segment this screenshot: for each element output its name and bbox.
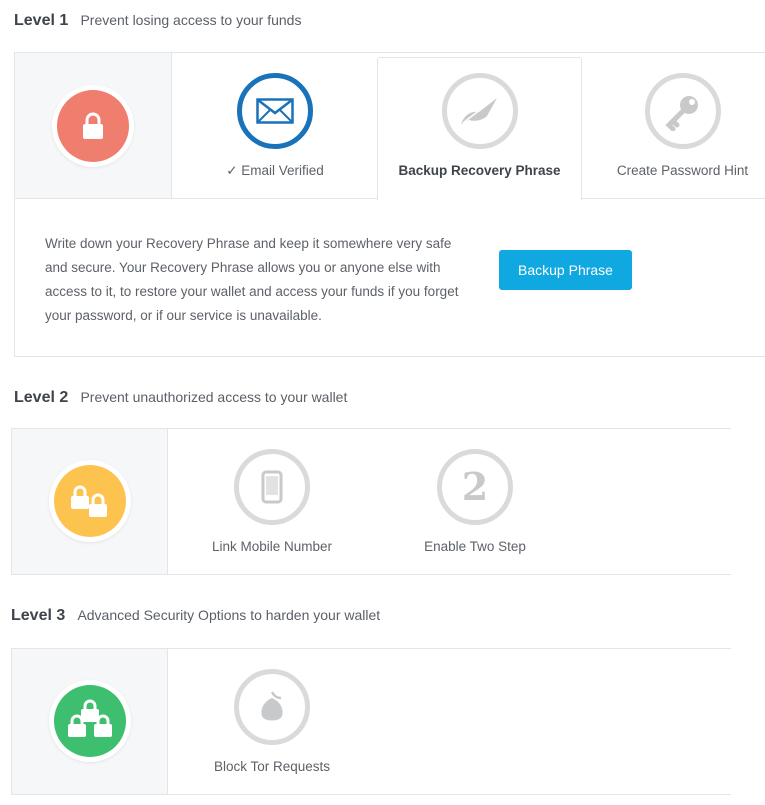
level2-badge-panel	[12, 429, 168, 574]
key-icon	[644, 73, 721, 149]
step-email-label: ✓ Email Verified	[226, 163, 324, 178]
level1-heading: Level 1 Prevent losing access to your fu…	[14, 12, 301, 30]
level3-card: Block Tor Requests	[11, 648, 731, 795]
level3-badge-panel	[12, 649, 168, 794]
quill-icon	[441, 73, 518, 149]
step-block-tor-label: Block Tor Requests	[213, 759, 331, 774]
level1-badge	[52, 85, 134, 167]
tab-divider-left	[171, 198, 378, 199]
lock-icon	[57, 90, 129, 162]
envelope-icon	[237, 73, 313, 149]
tab-divider-right	[581, 198, 765, 199]
level2-label: Level 2	[14, 389, 69, 406]
step-link-mobile-label: Link Mobile Number	[211, 539, 333, 554]
level3-badge	[49, 680, 131, 762]
double-lock-icon	[54, 465, 126, 537]
step-backup-recovery-phrase[interactable]: Backup Recovery Phrase	[387, 73, 572, 178]
two-step-icon: 2	[437, 449, 513, 525]
step-create-password-hint[interactable]: Create Password Hint	[605, 73, 760, 178]
level1-description: Prevent losing access to your funds	[80, 12, 302, 28]
tor-onion-icon	[234, 669, 310, 745]
level1-card: ✓ Email Verified Backup Recovery Phrase …	[14, 52, 765, 357]
level1-label: Level 1	[14, 12, 69, 29]
step-backup-label: Backup Recovery Phrase	[398, 163, 561, 178]
step-password-hint-label: Create Password Hint	[616, 163, 749, 178]
step-two-step-label: Enable Two Step	[424, 539, 526, 554]
level3-heading: Level 3 Advanced Security Options to har…	[11, 607, 380, 625]
step-enable-two-step[interactable]: 2 Enable Two Step	[410, 449, 540, 554]
level3-label: Level 3	[11, 607, 66, 624]
triple-lock-icon	[54, 685, 126, 757]
level2-description: Prevent unauthorized access to your wall…	[80, 389, 348, 405]
step-block-tor-requests[interactable]: Block Tor Requests	[197, 669, 347, 774]
recovery-phrase-description: Write down your Recovery Phrase and keep…	[45, 236, 459, 323]
svg-text:2: 2	[462, 467, 488, 507]
step-link-mobile-number[interactable]: Link Mobile Number	[197, 449, 347, 554]
level2-badge	[49, 460, 131, 542]
level2-card: Link Mobile Number 2 Enable Two Step	[11, 428, 731, 575]
level2-heading: Level 2 Prevent unauthorized access to y…	[14, 389, 347, 407]
level1-badge-panel	[15, 53, 172, 199]
backup-phrase-button[interactable]: Backup Phrase	[499, 250, 632, 290]
mobile-phone-icon	[234, 449, 310, 525]
level3-description: Advanced Security Options to harden your…	[77, 607, 381, 623]
step-email-verified[interactable]: ✓ Email Verified	[200, 73, 350, 179]
